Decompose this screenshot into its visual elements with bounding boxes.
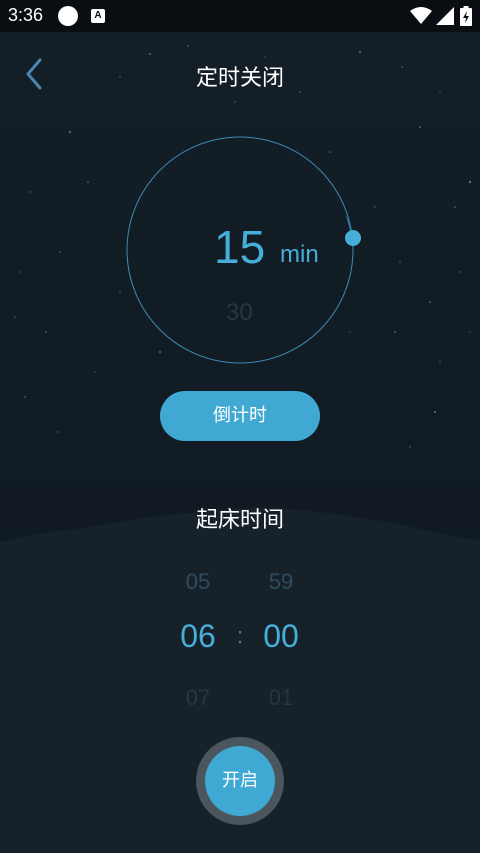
status-time: 3:36 [8, 5, 44, 25]
battery-icon [460, 6, 472, 26]
signal-icon [436, 7, 454, 25]
dial-handle [345, 230, 361, 246]
timer-unit: min [280, 241, 319, 268]
notification-dot-icon [58, 6, 78, 26]
status-bar: 3:36 A [0, 0, 480, 32]
wifi-icon [410, 7, 432, 24]
time-separator: : [236, 623, 244, 648]
wake-time-title: 起床时间 [195, 508, 284, 533]
minute-selected[interactable]: 00 [251, 618, 311, 655]
timer-value: 15 [214, 221, 266, 273]
countdown-button[interactable]: 倒计时 [160, 391, 320, 441]
timer-next-value: 30 [226, 299, 253, 326]
hour-prev[interactable]: 05 [168, 569, 228, 595]
minute-prev[interactable]: 59 [251, 569, 311, 595]
start-button[interactable]: 开启 [205, 746, 275, 816]
page-title: 定时关闭 [195, 66, 284, 91]
minute-next[interactable]: 01 [251, 685, 311, 711]
notification-a-icon: A [91, 9, 105, 23]
hour-selected[interactable]: 06 [168, 618, 228, 655]
hour-next[interactable]: 07 [168, 685, 228, 711]
